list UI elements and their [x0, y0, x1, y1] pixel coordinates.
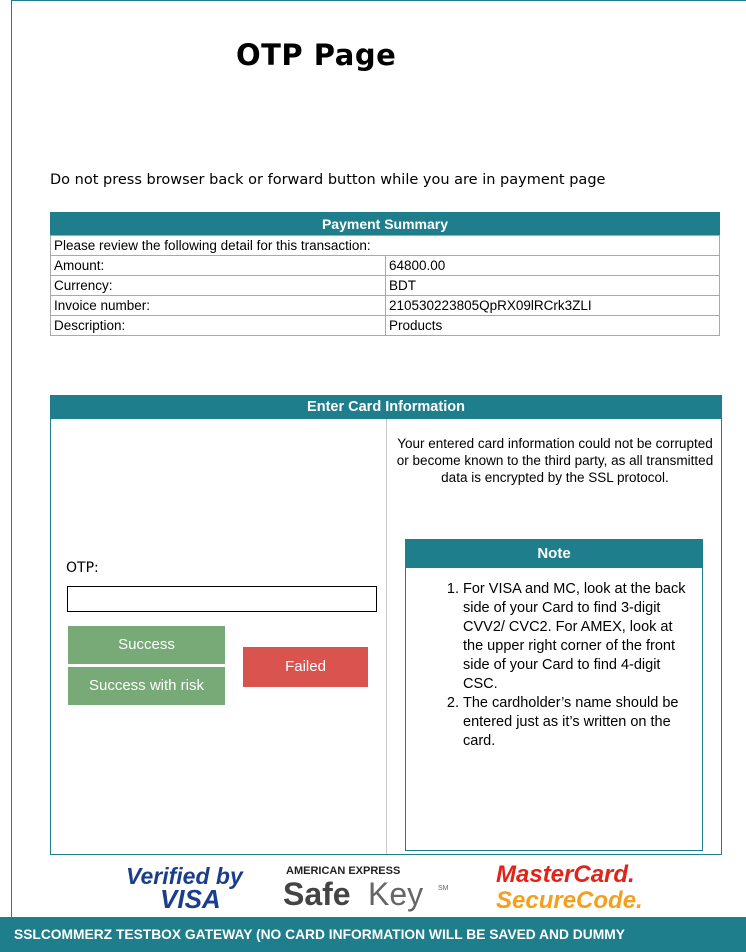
note-item: For VISA and MC, look at the back side o…	[463, 580, 692, 694]
currency-label: Currency:	[50, 275, 386, 296]
page-title: OTP Page	[236, 38, 397, 72]
payment-summary-table: Payment Summary Please review the follow…	[50, 212, 720, 336]
card-information-header: Enter Card Information	[51, 396, 721, 419]
note-box: Note For VISA and MC, look at the back s…	[405, 539, 703, 851]
note-list: For VISA and MC, look at the back side o…	[406, 580, 702, 751]
mastercard-securecode-logo: MasterCard. SecureCode.	[496, 861, 643, 912]
success-button[interactable]: Success	[68, 626, 225, 664]
amex-safekey-logo: AMERICAN EXPRESS Safe Key SM	[283, 865, 449, 912]
card-information-panel: Enter Card Information OTP: Success Succ…	[50, 395, 722, 855]
footer-banner: SSLCOMMERZ TESTBOX GATEWAY (NO CARD INFO…	[0, 917, 746, 952]
failed-button[interactable]: Failed	[243, 647, 368, 687]
amex-safe-text: Safe	[283, 876, 351, 912]
verified-by-visa-logo: Verified by VISA	[126, 863, 244, 912]
payment-network-logos: Verified by VISA AMERICAN EXPRESS Safe K…	[126, 861, 643, 912]
amex-sm-text: SM	[438, 885, 449, 892]
invoice-value: 210530223805QpRX09lRCrk3ZLI	[385, 295, 720, 316]
amount-label: Amount:	[50, 255, 386, 276]
payment-summary-header: Payment Summary	[50, 212, 720, 236]
success-with-risk-button[interactable]: Success with risk	[68, 667, 225, 705]
amount-value: 64800.00	[385, 255, 720, 276]
security-info-section: Your entered card information could not …	[387, 419, 721, 854]
table-row: Currency: BDT	[50, 275, 720, 296]
navigation-warning: Do not press browser back or forward but…	[50, 172, 606, 188]
description-label: Description:	[50, 315, 386, 336]
otp-section: OTP: Success Success with risk Failed	[51, 419, 387, 854]
otp-label: OTP:	[66, 560, 99, 576]
otp-input[interactable]	[67, 586, 377, 612]
mc-top-text: MasterCard.	[496, 861, 635, 888]
security-info-text: Your entered card information could not …	[396, 436, 714, 485]
table-row: Description: Products	[50, 315, 720, 336]
note-header: Note	[406, 540, 702, 568]
currency-value: BDT	[385, 275, 720, 296]
description-value: Products	[385, 315, 720, 336]
summary-intro: Please review the following detail for t…	[50, 235, 720, 256]
note-item: The cardholder’s name should be entered …	[463, 694, 692, 751]
table-row: Invoice number: 210530223805QpRX09lRCrk3…	[50, 295, 720, 316]
invoice-label: Invoice number:	[50, 295, 386, 316]
table-row: Amount: 64800.00	[50, 255, 720, 276]
visa-bottom-text: VISA	[160, 884, 221, 912]
mc-bottom-text: SecureCode.	[496, 887, 643, 912]
amex-key-text: Key	[368, 876, 423, 912]
